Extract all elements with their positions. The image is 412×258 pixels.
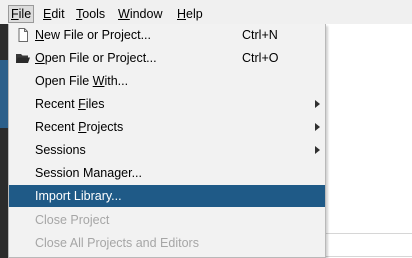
menu-file[interactable]: File — [8, 5, 35, 23]
new-file-shortcut: Ctrl+N — [242, 28, 278, 42]
menu-window[interactable]: Window — [116, 5, 164, 23]
menu-item-import-library[interactable]: Import Library... — [9, 185, 325, 207]
menu-file-mnemonic: F — [11, 7, 19, 21]
menu-item-sessions[interactable]: Sessions — [9, 139, 325, 161]
menu-tools[interactable]: Tools — [74, 5, 107, 23]
menu-item-open-file-with[interactable]: Open File With... — [9, 70, 325, 92]
open-file-with-prefix: Open File — [35, 74, 93, 88]
recent-files-prefix: Recent — [35, 97, 79, 111]
new-file-label: ew File or Project... — [44, 28, 152, 42]
close-project-label: Close Project — [35, 213, 110, 227]
menu-item-recent-files[interactable]: Recent Files — [9, 93, 325, 115]
menu-edit[interactable]: Edit — [41, 5, 67, 23]
submenu-arrow-icon — [315, 146, 320, 154]
menu-help[interactable]: Help — [175, 5, 205, 23]
file-menu-dropdown: New File or Project... Ctrl+N Open File … — [8, 24, 326, 258]
open-folder-icon — [15, 50, 31, 66]
new-file-mnemonic: N — [35, 28, 45, 42]
import-library-label: Import Library... — [35, 189, 122, 203]
editor-side-accent — [0, 60, 8, 128]
open-file-with-rest: ith... — [104, 74, 129, 88]
divider-line — [326, 256, 412, 257]
menu-window-label: indow — [129, 7, 163, 21]
menu-item-open-file-or-project[interactable]: Open File or Project... Ctrl+O — [9, 47, 325, 69]
close-all-label: Close All Projects and Editors — [35, 236, 199, 250]
new-file-icon — [15, 27, 31, 43]
menu-window-mnemonic: W — [118, 7, 130, 21]
menu-item-recent-projects[interactable]: Recent Projects — [9, 116, 325, 138]
menu-tools-label: ools — [82, 7, 106, 21]
divider-line — [326, 233, 412, 234]
menu-help-label: elp — [186, 7, 203, 21]
session-manager-label: Session Manager... — [35, 166, 143, 180]
menu-help-mnemonic: H — [177, 7, 187, 21]
editor-side-strip — [0, 24, 8, 258]
open-file-with-mnemonic: W — [92, 74, 105, 88]
menu-item-session-manager[interactable]: Session Manager... — [9, 162, 325, 184]
submenu-arrow-icon — [315, 100, 320, 108]
open-file-mnemonic: O — [35, 51, 45, 65]
menu-edit-label: dit — [51, 7, 65, 21]
open-file-label: pen File or Project... — [44, 51, 157, 65]
menu-item-close-project[interactable]: Close Project — [9, 209, 325, 231]
submenu-arrow-icon — [315, 123, 320, 131]
menu-file-label: ile — [18, 7, 32, 21]
recent-files-rest: iles — [85, 97, 105, 111]
recent-projects-prefix: Recent — [35, 120, 79, 134]
open-file-shortcut: Ctrl+O — [242, 51, 279, 65]
menu-item-close-all[interactable]: Close All Projects and Editors — [9, 232, 325, 254]
recent-files-mnemonic: F — [78, 97, 86, 111]
recent-projects-rest: rojects — [86, 120, 124, 134]
menu-bar: File Edit Tools Window Help — [0, 0, 412, 24]
sessions-label: Sessions — [35, 143, 86, 157]
menu-item-new-file-or-project[interactable]: New File or Project... Ctrl+N — [9, 24, 325, 46]
